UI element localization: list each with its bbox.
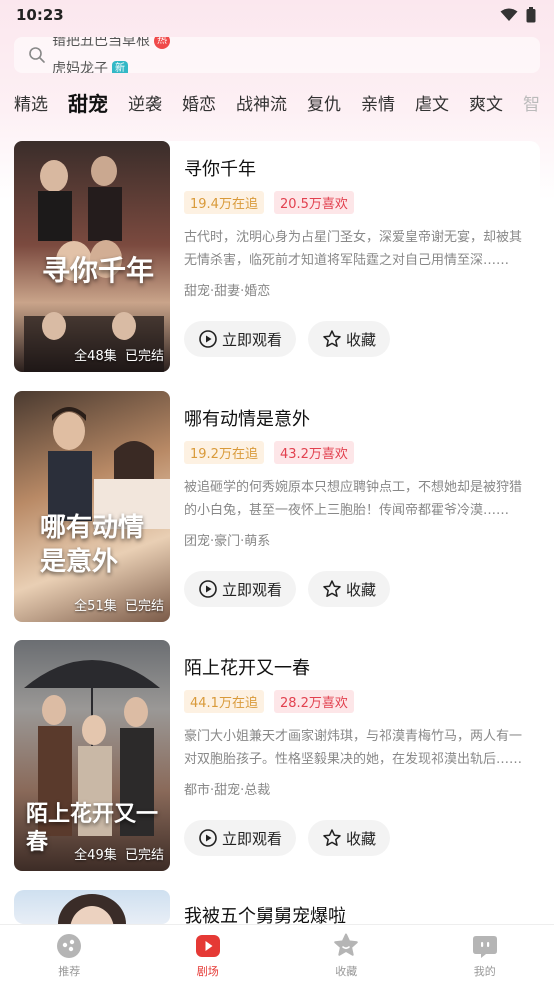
drama-stats: 19.4万在追 20.5万喜欢 [184,191,534,214]
play-circle-icon [199,829,217,847]
drama-poster[interactable]: 寻你千年 全48集 已完结 [14,141,170,372]
play-circle-icon [199,580,217,598]
star-outline-icon [323,829,341,846]
play-circle-icon [199,330,217,348]
tab-war-god[interactable]: 战神流 [236,90,287,115]
like-count: 43.2万喜欢 [273,441,354,464]
follow-count: 19.4万在追 [184,191,264,214]
nav-label: 剧场 [196,965,219,978]
search-ticker: 错把丑巴当草根 热 虎妈龙子 新 [52,37,170,73]
drama-tags: 团宠·豪门·萌系 [184,534,271,549]
episode-info: 全51集 已完结 [74,599,164,614]
drama-title[interactable]: 陌上花开又一春 [184,654,534,680]
watch-now-button[interactable]: 立即观看 [184,820,297,856]
drama-card[interactable]: 我被五个舅舅宠爆啦 [14,890,540,924]
drama-card[interactable]: 寻你千年 全48集 已完结 寻你千年 19.4万在追 20.5万喜欢 古代时，沈… [14,141,540,372]
status-icons [500,7,536,23]
status-bar: 10:23 [0,0,554,30]
hot-badge: 热 [154,37,170,49]
nav-label: 我的 [473,965,496,978]
search-bar[interactable]: 错把丑巴当草根 热 虎妈龙子 新 [14,37,540,73]
star-outline-icon [323,330,341,347]
drama-actions: 立即观看 收藏 [184,321,391,357]
tab-sweet[interactable]: 甜宠 [68,88,108,117]
tab-revenge[interactable]: 复仇 [307,90,341,115]
favorite-button[interactable]: 收藏 [308,571,391,607]
bottom-navigation: 推荐 剧场 收藏 我的 [0,924,554,986]
follow-count: 19.2万在追 [184,441,264,464]
drama-stats: 19.2万在追 43.2万喜欢 [184,441,534,464]
tab-featured[interactable]: 精选 [14,90,48,115]
poster-art [58,894,126,924]
drama-title[interactable]: 寻你千年 [184,155,534,181]
drama-poster[interactable]: 陌上花开又一春 全49集 已完结 [14,640,170,871]
drama-description: 豪门大小姐兼天才画家谢炜琪，与祁漠青梅竹马，两人有一对双胞胎孩子。性格坚毅果决的… [184,729,523,767]
episode-info: 全48集 已完结 [74,349,164,364]
poster-title: 寻你千年 [42,254,155,287]
game-icon [57,934,82,958]
nav-profile[interactable]: 我的 [435,925,535,986]
watch-now-button[interactable]: 立即观看 [184,571,297,607]
nav-theater[interactable]: 剧场 [158,925,258,986]
drama-description: 古代时，沈明心身为占星门圣女，深爱皇帝谢无宴，却被其无情杀害，临死前才知道将军陆… [184,230,523,268]
drama-info: 哪有动情是意外 19.2万在追 43.2万喜欢 被追砸学的何秀婉原本只想应聘钟点… [184,391,534,549]
category-tabs: 精选 甜宠 逆袭 婚恋 战神流 复仇 亲情 虐文 爽文 智 [0,84,554,120]
drama-stats: 44.1万在追 28.2万喜欢 [184,690,534,713]
star-icon [334,933,359,956]
play-icon [195,935,220,957]
drama-info: 我被五个舅舅宠爆啦 [184,890,534,924]
face-icon [472,936,497,958]
like-count: 20.5万喜欢 [273,191,354,214]
favorite-button[interactable]: 收藏 [308,820,391,856]
drama-card[interactable]: 陌上花开又一春 全49集 已完结 陌上花开又一春 44.1万在追 28.2万喜欢… [14,640,540,871]
nav-recommend[interactable]: 推荐 [19,925,119,986]
drama-info: 陌上花开又一春 44.1万在追 28.2万喜欢 豪门大小姐兼天才画家谢炜琪，与祁… [184,640,534,798]
wifi-icon [500,8,518,21]
drama-tags: 都市·甜宠·总裁 [184,783,271,798]
drama-actions: 立即观看 收藏 [184,571,391,607]
tab-comeback[interactable]: 逆袭 [128,90,162,115]
drama-poster[interactable] [14,890,170,924]
drama-card[interactable]: 哪有动情是意外 全51集 已完结 哪有动情是意外 19.2万在追 43.2万喜欢… [14,391,540,622]
star-outline-icon [323,580,341,597]
tab-angst[interactable]: 虐文 [415,90,449,115]
drama-description: 被追砸学的何秀婉原本只想应聘钟点工，不想她却是被狩猎的小白兔，甚至一夜怀上三胞胎… [184,480,523,518]
status-time: 10:23 [16,6,64,24]
drama-title[interactable]: 哪有动情是意外 [184,405,534,431]
new-badge: 新 [112,61,128,73]
drama-tags: 甜宠·甜妻·婚恋 [184,284,271,299]
tab-satisfying[interactable]: 爽文 [469,90,503,115]
like-count: 28.2万喜欢 [273,690,354,713]
tab-more[interactable]: 智 [523,90,540,115]
ticker-item: 虎妈龙子 新 [52,55,170,73]
drama-info: 寻你千年 19.4万在追 20.5万喜欢 古代时，沈明心身为占星门圣女，深爱皇帝… [184,141,534,299]
favorite-button[interactable]: 收藏 [308,321,391,357]
watch-now-button[interactable]: 立即观看 [184,321,297,357]
search-icon [29,47,45,63]
drama-actions: 立即观看 收藏 [184,820,391,856]
nav-favorites[interactable]: 收藏 [296,925,396,986]
ticker-item: 错把丑巴当草根 热 [52,37,170,55]
nav-label: 推荐 [58,965,81,978]
drama-poster[interactable]: 哪有动情是意外 全51集 已完结 [14,391,170,622]
tab-romance[interactable]: 婚恋 [182,90,216,115]
follow-count: 44.1万在追 [184,690,264,713]
episode-info: 全49集 已完结 [74,848,164,863]
poster-art [48,407,170,529]
battery-icon [526,7,536,23]
tab-family[interactable]: 亲情 [361,90,395,115]
poster-title: 哪有动情是意外 [40,513,145,577]
drama-title[interactable]: 我被五个舅舅宠爆啦 [184,902,534,924]
nav-label: 收藏 [335,965,358,978]
